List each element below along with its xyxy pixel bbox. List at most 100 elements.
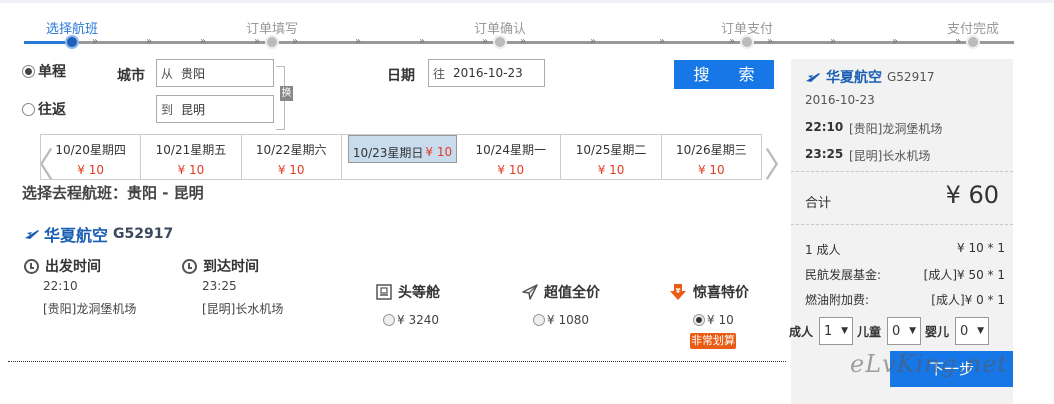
top-band bbox=[0, 0, 1054, 3]
track-chevron-icon: » bbox=[482, 36, 489, 47]
cabin-first: 头等舱 bbox=[376, 282, 440, 302]
cabin-value: 超值全价 bbox=[522, 282, 600, 302]
search-button[interactable]: 搜 索 bbox=[674, 60, 774, 89]
from-city-input[interactable]: 从 贵阳 bbox=[156, 59, 274, 87]
adult-label: 成人 bbox=[789, 324, 814, 339]
to-city-input[interactable]: 到 昆明 bbox=[156, 95, 274, 123]
step-dot-4 bbox=[740, 35, 754, 49]
date-option-price: ¥ 10 bbox=[425, 144, 453, 159]
adult-select[interactable]: 1 ▼ bbox=[819, 317, 854, 345]
summary-depart-airport: [贵阳]龙洞堡机场 bbox=[849, 122, 943, 136]
arrive-airport: [昆明]长水机场 bbox=[202, 302, 284, 316]
depart-header: 出发时间 bbox=[24, 256, 101, 276]
step-dot-3 bbox=[493, 35, 507, 49]
summary-depart-time: 22:10 bbox=[805, 120, 844, 134]
flight-number: G52917 bbox=[113, 226, 174, 242]
adult-count: 1 bbox=[824, 323, 833, 339]
swap-cities: 换 bbox=[276, 66, 293, 130]
cabin-value-label: 超值全价 bbox=[544, 285, 600, 301]
date-option-date: 10/21星期五 bbox=[155, 143, 227, 157]
date-option[interactable]: 10/22星期六 ¥ 10 bbox=[242, 135, 342, 179]
track-chevron-icon: » bbox=[92, 36, 99, 47]
cabin-surprise-price: ¥ 10 bbox=[707, 313, 734, 327]
cabin-first-label: 头等舱 bbox=[398, 285, 440, 301]
track-chevron-icon: » bbox=[590, 36, 597, 47]
fee-value-fund: [成人]¥ 50 * 1 bbox=[923, 268, 1005, 282]
from-city-value: 贵阳 bbox=[181, 66, 206, 81]
date-value: 2016-10-23 bbox=[453, 66, 523, 80]
fee-label-fund: 民航发展基金: bbox=[805, 268, 882, 282]
section-title: 选择去程航班：贵阳 - 昆明 bbox=[22, 184, 204, 202]
cabin-first-price: ¥ 3240 bbox=[397, 313, 439, 327]
date-option[interactable]: 10/21星期五 ¥ 10 bbox=[141, 135, 242, 179]
seat-icon bbox=[376, 284, 392, 300]
step-dot-5 bbox=[966, 35, 980, 49]
track-chevron-icon: » bbox=[254, 36, 261, 47]
date-option[interactable]: 10/23星期日 ¥ 10 bbox=[347, 135, 458, 163]
date-option[interactable]: 10/20星期四 ¥ 10 bbox=[41, 135, 142, 179]
date-prefix: 往 bbox=[433, 66, 446, 81]
track-chevron-icon: » bbox=[200, 36, 207, 47]
clock-icon bbox=[24, 258, 39, 274]
total-value: ¥ 60 bbox=[945, 181, 999, 209]
child-count: 0 bbox=[892, 323, 901, 339]
radio-unchecked-icon bbox=[533, 314, 545, 326]
date-option-price: ¥ 10 bbox=[597, 163, 625, 177]
cabin-first-option[interactable]: ¥ 3240 bbox=[383, 313, 439, 327]
step-dot-2 bbox=[265, 35, 279, 49]
fee-value-fare: ¥ 10 * 1 bbox=[957, 241, 1005, 255]
swap-button[interactable]: 换 bbox=[280, 86, 293, 101]
city-label: 城市 bbox=[117, 68, 145, 84]
cabin-surprise-option[interactable]: ¥ 10 bbox=[693, 313, 734, 327]
track-chevron-icon: » bbox=[520, 36, 527, 47]
radio-unchecked-icon bbox=[383, 314, 395, 326]
depart-time: 22:10 bbox=[43, 279, 78, 293]
step-dot-1 bbox=[65, 35, 79, 49]
discount-tag-icon: ¥ bbox=[670, 284, 686, 300]
total-label: 合计 bbox=[805, 196, 832, 211]
summary-arrive-time: 23:25 bbox=[805, 147, 844, 161]
summary-date: 2016-10-23 bbox=[805, 93, 875, 107]
to-prefix: 到 bbox=[161, 102, 174, 117]
divider bbox=[8, 361, 786, 362]
chevron-down-icon: ▼ bbox=[977, 326, 985, 336]
date-option-date: 10/20星期四 bbox=[55, 143, 126, 157]
date-option-date: 10/24星期一 bbox=[475, 143, 547, 157]
radio-checked-icon bbox=[693, 314, 705, 326]
infant-select[interactable]: 0 ▼ bbox=[955, 317, 990, 345]
date-label: 日期 bbox=[387, 68, 415, 84]
arrive-time: 23:25 bbox=[202, 279, 237, 293]
depart-airport: [贵阳]龙洞堡机场 bbox=[43, 302, 137, 316]
airline-name: 华夏航空 bbox=[44, 226, 109, 245]
infant-label: 婴儿 bbox=[925, 324, 950, 339]
date-option-date: 10/26星期三 bbox=[676, 143, 747, 157]
cabin-value-option[interactable]: ¥ 1080 bbox=[533, 313, 589, 327]
track-chevron-icon: » bbox=[892, 36, 899, 47]
passenger-counts: 成人 1 ▼ 儿童 0 ▼ 婴儿 0 ▼ bbox=[789, 317, 993, 345]
track-chevron-icon: » bbox=[659, 36, 666, 47]
date-option-date: 10/23星期日 bbox=[352, 145, 424, 160]
child-select[interactable]: 0 ▼ bbox=[887, 317, 922, 345]
chevron-down-icon: ▼ bbox=[909, 326, 917, 336]
airline-logo-icon bbox=[25, 230, 39, 239]
date-option[interactable]: 10/24星期一 ¥ 10 bbox=[461, 135, 562, 179]
track-chevron-icon: » bbox=[146, 36, 153, 47]
radio-checked-icon bbox=[22, 64, 35, 78]
progress-track bbox=[24, 41, 1014, 44]
date-option-price: ¥ 10 bbox=[277, 163, 305, 177]
paper-plane-icon bbox=[522, 284, 538, 300]
summary-airline: 华夏航空 G52917 bbox=[805, 67, 934, 87]
trip-round-radio[interactable]: 往返 bbox=[22, 99, 66, 119]
date-option[interactable]: 10/26星期三 ¥ 10 bbox=[662, 135, 761, 179]
fee-label-fuel: 燃油附加费: bbox=[805, 293, 870, 307]
watermark: eLvKing.net bbox=[850, 350, 1009, 378]
trip-oneway-radio[interactable]: 单程 bbox=[22, 61, 66, 81]
track-chevron-icon: » bbox=[767, 36, 774, 47]
date-option-date: 10/25星期二 bbox=[575, 143, 647, 157]
date-strip: 10/20星期四 ¥ 10 10/21星期五 ¥ 10 10/22星期六 ¥ 10 10/2… bbox=[40, 134, 762, 180]
summary-flight-number: G52917 bbox=[887, 70, 935, 84]
date-option[interactable]: 10/25星期二 ¥ 10 bbox=[561, 135, 662, 179]
track-chevron-icon: » bbox=[355, 36, 362, 47]
date-option-price: ¥ 10 bbox=[177, 163, 205, 177]
date-input[interactable]: 往 2016-10-23 bbox=[428, 59, 545, 87]
